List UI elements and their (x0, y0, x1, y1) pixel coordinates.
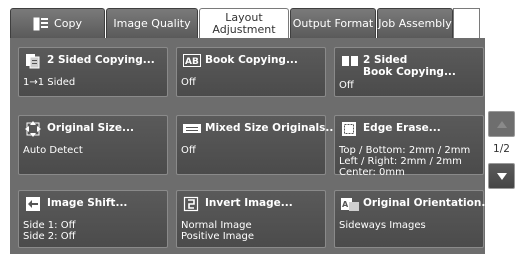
invert-image-button[interactable]: Invert Image... Normal Image Positive Im… (176, 190, 326, 248)
original-size-title: Original Size... (47, 122, 134, 134)
tab-layout-adjustment-label-line1: Layout (225, 10, 263, 24)
edge-erase-title: Edge Erase... (363, 122, 441, 134)
original-orientation-button[interactable]: A Original Orientation... Sideways Image… (334, 190, 493, 248)
invert-image-icon (183, 196, 199, 212)
image-shift-icon (25, 196, 41, 212)
svg-text:AB: AB (185, 57, 199, 67)
two-sided-copying-title: 2 Sided Copying... (47, 54, 155, 66)
book-copying-title: Book Copying... (205, 54, 298, 66)
original-size-value: Auto Detect (23, 145, 83, 156)
orientation-icon: A (341, 196, 359, 212)
two-sided-book-copying-button[interactable]: 2 Sided Book Copying... Off (334, 47, 484, 97)
mixed-size-originals-button[interactable]: Mixed Size Originals... Off (176, 115, 337, 175)
open-book-icon (341, 53, 358, 69)
mixed-size-originals-title: Mixed Size Originals... (205, 122, 338, 134)
mixed-size-originals-value: Off (181, 145, 196, 156)
invert-image-title: Invert Image... (205, 197, 293, 209)
features-panel: 2 Sided Copying... 1→1 Sided AB Book Cop… (10, 38, 493, 254)
two-sided-copying-button[interactable]: 2 Sided Copying... 1→1 Sided (18, 47, 168, 97)
tab-job-assembly-label: Job Assembly (378, 16, 452, 30)
tab-copy-label: Copy (54, 16, 82, 30)
two-sided-book-copying-title: 2 Sided Book Copying... (363, 54, 456, 78)
two-sided-icon (25, 53, 41, 69)
chevron-up-icon (497, 121, 507, 128)
tab-image-quality-label: Image Quality (113, 16, 191, 30)
tab-copy[interactable]: Copy (10, 8, 105, 38)
invert-image-value: Normal Image Positive Image (181, 220, 255, 242)
tab-bar-filler (453, 8, 480, 38)
image-shift-title: Image Shift... (47, 197, 128, 209)
edge-erase-button[interactable]: Edge Erase... Top / Bottom: 2mm / 2mm Le… (334, 115, 484, 178)
tab-output-format-label: Output Format (292, 16, 374, 30)
original-orientation-title: Original Orientation... (363, 197, 494, 209)
original-size-icon (25, 121, 41, 137)
chevron-down-icon (497, 173, 507, 180)
layout-adjustment-screen: Copy Image Quality Layout Adjustment Out… (0, 0, 521, 258)
svg-text:A: A (342, 200, 349, 209)
edge-erase-value: Top / Bottom: 2mm / 2mm Left / Right: 2m… (339, 145, 471, 178)
image-shift-value: Side 1: Off Side 2: Off (23, 220, 76, 242)
page-indicator: 1/2 (493, 143, 510, 155)
two-sided-book-copying-value: Off (339, 80, 354, 91)
scroll-down-button[interactable] (488, 163, 515, 189)
tab-layout-adjustment[interactable]: Layout Adjustment (199, 8, 289, 38)
tab-layout-adjustment-label-line2: Adjustment (212, 22, 276, 36)
tab-bar: Copy Image Quality Layout Adjustment Out… (10, 8, 480, 38)
book-copying-button[interactable]: AB Book Copying... Off (176, 47, 326, 97)
ab-book-icon: AB (183, 53, 201, 69)
tab-image-quality[interactable]: Image Quality (106, 8, 198, 38)
original-size-button[interactable]: Original Size... Auto Detect (18, 115, 168, 175)
copy-icon (33, 17, 49, 31)
original-orientation-value: Sideways Images (339, 220, 426, 231)
two-sided-copying-value: 1→1 Sided (23, 77, 76, 88)
book-copying-value: Off (181, 77, 196, 88)
mixed-size-icon (183, 121, 201, 137)
tab-output-format[interactable]: Output Format (290, 8, 376, 38)
image-shift-button[interactable]: Image Shift... Side 1: Off Side 2: Off (18, 190, 168, 248)
edge-erase-icon (341, 121, 357, 137)
scroll-up-button[interactable] (488, 111, 515, 137)
tab-job-assembly[interactable]: Job Assembly (377, 8, 453, 38)
